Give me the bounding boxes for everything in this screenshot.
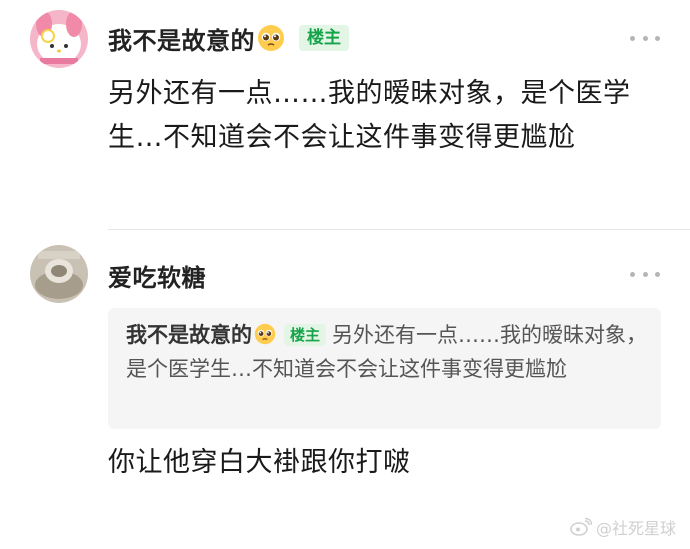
- op-badge: 楼主: [299, 25, 349, 51]
- op-badge: 楼主: [284, 324, 327, 346]
- avatar[interactable]: [30, 245, 88, 303]
- pleading-face-icon: [257, 24, 285, 52]
- comment-text: 另外还有一点……我的暧昧对象，是个医学生…不知道会不会让这件事变得更尴尬: [108, 78, 631, 153]
- quoted-username: 我不是故意的: [126, 323, 252, 347]
- watermark: @社死星球: [570, 515, 676, 539]
- weibo-icon: [570, 517, 593, 536]
- username[interactable]: 我不是故意的: [108, 21, 255, 56]
- avatar-image: [30, 245, 88, 303]
- watermark-text: @社死星球: [595, 519, 676, 538]
- avatar-image: [30, 10, 88, 68]
- username[interactable]: 爱吃软糖: [108, 258, 206, 293]
- more-options-icon[interactable]: [630, 269, 660, 279]
- avatar[interactable]: [30, 10, 88, 68]
- comment-header: 爱吃软糖: [108, 257, 206, 293]
- comment-header: 我不是故意的 楼主: [108, 20, 349, 56]
- quoted-comment[interactable]: 我不是故意的 楼主 另外还有一点……我的暧昧对象，是个医学生…不知道会不会让这件事…: [108, 308, 661, 429]
- more-options-icon[interactable]: [630, 33, 660, 43]
- comment-item: 爱吃软糖 我不是故意的 楼主 另外还有一点……我的暧昧对象，是个医学生…不知道会不…: [0, 231, 690, 549]
- divider: [108, 229, 690, 230]
- comment-item: 我不是故意的 楼主 另外还有一点……我的暧昧对象，是个医学生…不知道会不会让这件…: [0, 0, 690, 230]
- pleading-face-icon: [254, 321, 276, 345]
- comment-text: 你让他穿白大褂跟你打啵: [108, 447, 411, 478]
